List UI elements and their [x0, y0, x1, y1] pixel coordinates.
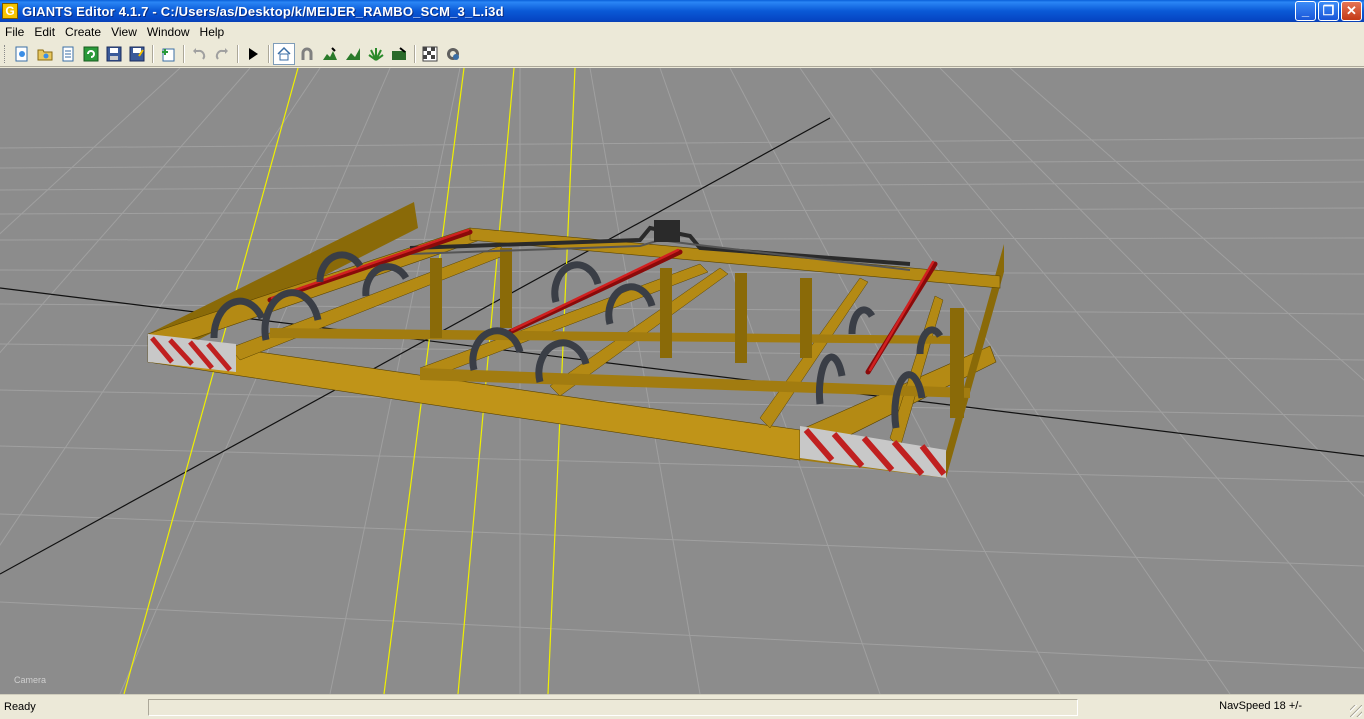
magnet-icon — [301, 47, 313, 60]
save-button[interactable] — [103, 43, 125, 65]
settings-icon — [447, 48, 459, 60]
status-bar: Ready NavSpeed 18 +/- — [0, 694, 1364, 719]
minimize-button[interactable]: _ — [1295, 1, 1316, 21]
camera-label: Camera — [14, 675, 47, 685]
toolbar-separator — [183, 45, 185, 63]
toolbar-separator — [268, 45, 270, 63]
scene-render[interactable] — [0, 68, 1364, 694]
list-button[interactable] — [57, 43, 79, 65]
import-icon — [162, 48, 175, 62]
menu-create[interactable]: Create — [60, 25, 106, 39]
toolbar-separator — [152, 45, 154, 63]
play-button[interactable] — [242, 43, 264, 65]
terrain-paint-button[interactable] — [319, 43, 341, 65]
refresh-button[interactable] — [80, 43, 102, 65]
terrain-paint-icon — [323, 47, 337, 60]
play-icon — [249, 48, 258, 60]
new-icon — [15, 46, 28, 62]
menu-bar: File Edit Create View Window Help — [0, 22, 1364, 42]
menu-edit[interactable]: Edit — [29, 25, 60, 39]
maximize-button[interactable]: ❐ — [1318, 1, 1339, 21]
terrain-edit-button[interactable] — [388, 43, 410, 65]
menu-help[interactable]: Help — [195, 25, 230, 39]
xml-checker-icon — [422, 46, 438, 62]
new-button[interactable] — [11, 43, 33, 65]
open-button[interactable] — [34, 43, 56, 65]
magnet-button[interactable] — [296, 43, 318, 65]
save-all-button[interactable] — [126, 43, 148, 65]
refresh-icon — [83, 46, 99, 62]
giants-app-icon[interactable]: G — [2, 3, 18, 19]
toolbar-grip[interactable] — [4, 45, 7, 63]
title-bar[interactable]: G GIANTS Editor 4.1.7 - C:/Users/as/Desk… — [0, 0, 1364, 22]
menu-window[interactable]: Window — [142, 25, 195, 39]
window-title: GIANTS Editor 4.1.7 - C:/Users/as/Deskto… — [22, 3, 504, 19]
home-camera-icon — [277, 46, 291, 61]
editor-window: G GIANTS Editor 4.1.7 - C:/Users/as/Desk… — [0, 0, 1364, 719]
list-icon — [62, 46, 74, 62]
save-icon — [106, 46, 122, 62]
redo-icon — [215, 48, 228, 60]
toolbar-separator — [237, 45, 239, 63]
save-all-icon — [129, 46, 145, 62]
foliage-paint-button[interactable] — [365, 43, 387, 65]
menu-view[interactable]: View — [106, 25, 142, 39]
open-icon — [37, 49, 53, 61]
menu-file[interactable]: File — [0, 25, 29, 39]
terrain-sculpt-button[interactable] — [342, 43, 364, 65]
toolbar-separator — [414, 45, 416, 63]
settings-button[interactable] — [442, 43, 464, 65]
main-toolbar — [0, 42, 1364, 67]
undo-button[interactable] — [188, 43, 210, 65]
terrain-edit-icon — [392, 47, 406, 60]
navspeed-indicator: NavSpeed 18 +/- — [1219, 700, 1302, 712]
status-pane — [148, 698, 1078, 716]
import-button[interactable] — [157, 43, 179, 65]
resize-grip[interactable] — [1350, 705, 1362, 717]
implement-model[interactable] — [147, 202, 1004, 478]
close-button[interactable]: ✕ — [1341, 1, 1362, 21]
status-text: Ready — [4, 701, 36, 713]
xml-checker-button[interactable] — [419, 43, 441, 65]
3d-viewport[interactable]: Camera — [0, 68, 1364, 694]
redo-button[interactable] — [211, 43, 233, 65]
undo-icon — [193, 48, 206, 60]
home-camera-button[interactable] — [273, 43, 295, 65]
terrain-sculpt-icon — [346, 48, 360, 60]
foliage-paint-icon — [368, 48, 384, 61]
